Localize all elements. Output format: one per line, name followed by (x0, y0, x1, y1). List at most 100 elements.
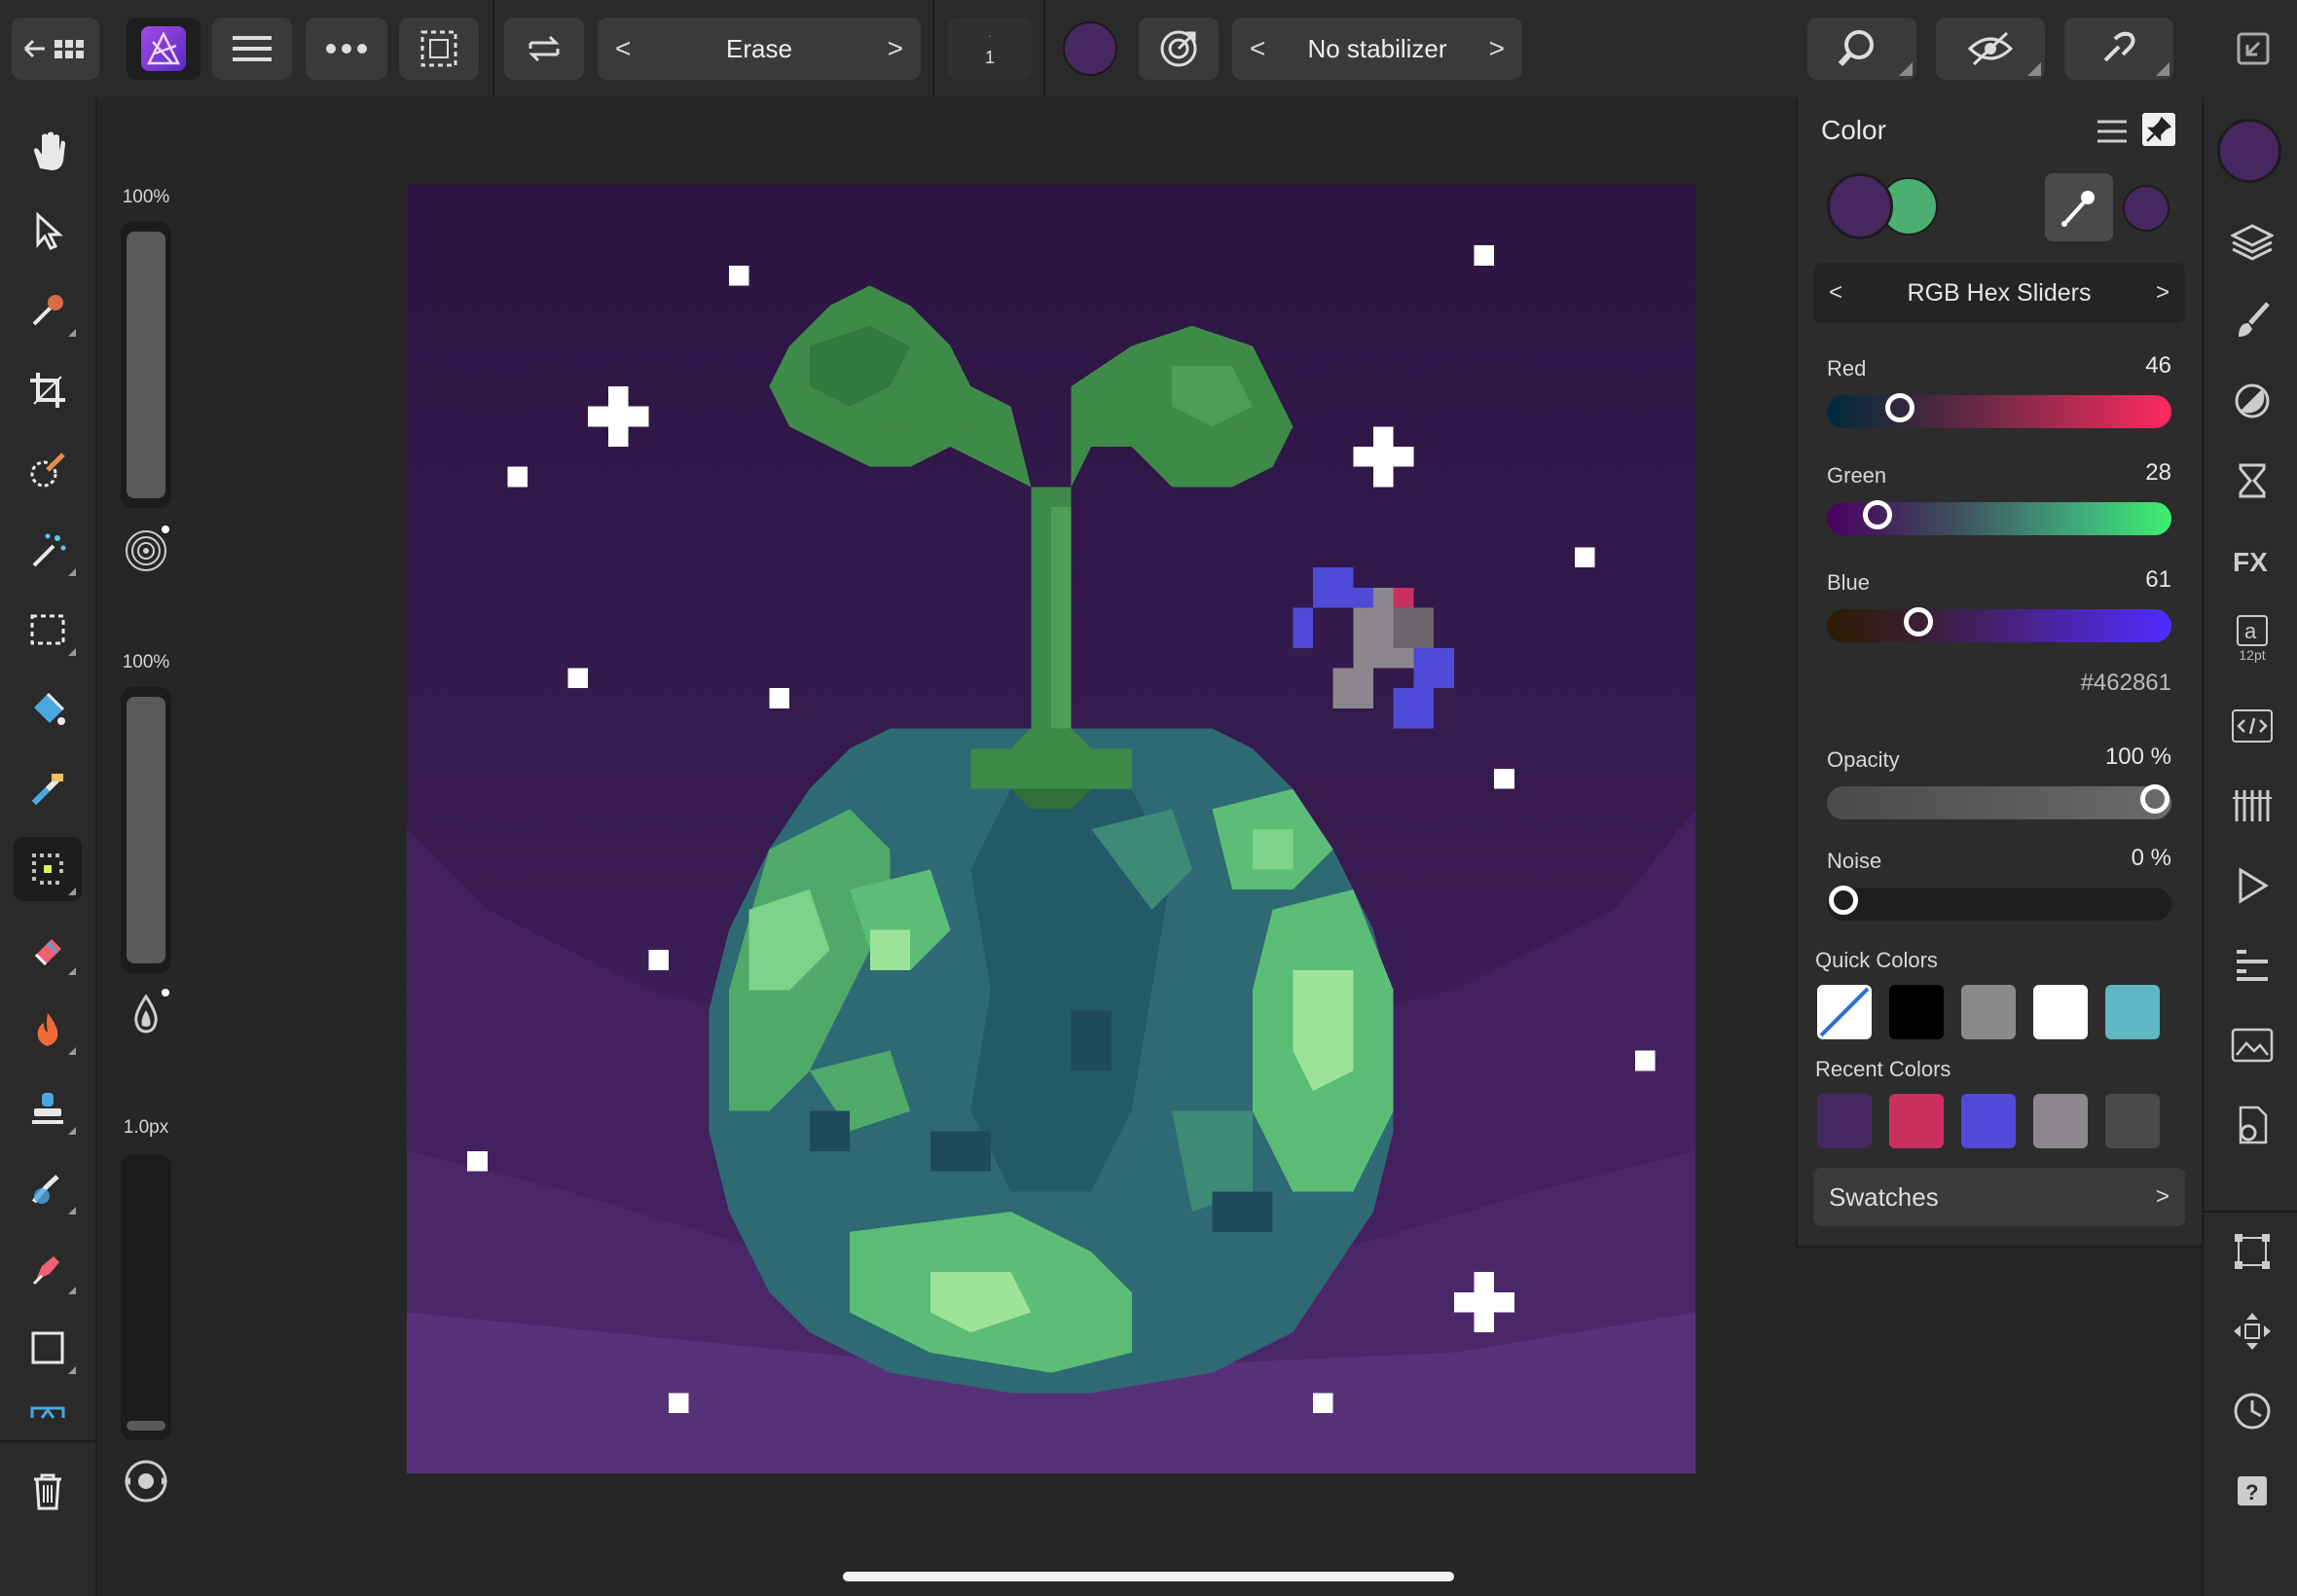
delete-button[interactable] (14, 1460, 82, 1524)
hardness-icon[interactable] (123, 526, 171, 579)
color-swatch[interactable] (2033, 1094, 2088, 1148)
panel-menu-button[interactable] (2096, 117, 2129, 151)
erase-tool[interactable] (14, 917, 82, 981)
shape-tool[interactable] (14, 1316, 82, 1380)
color-swatch[interactable] (1889, 1094, 1944, 1148)
swatches-button[interactable]: Swatches > (1813, 1168, 2185, 1226)
assistant-button[interactable] (2064, 18, 2173, 80)
help-button[interactable]: ? (2227, 1466, 2278, 1516)
app-persona-button[interactable] (127, 18, 201, 80)
document-settings-button[interactable] (2227, 1100, 2278, 1150)
brush-width-slider[interactable] (121, 1154, 171, 1440)
color-picker-tool[interactable] (14, 278, 82, 343)
gradient-tool[interactable] (14, 757, 82, 821)
opacity-slider-knob[interactable] (2140, 784, 2169, 814)
color-mode-selector[interactable]: < RGB Hex Sliders > (1813, 263, 2185, 323)
flood-select-tool[interactable] (14, 438, 82, 502)
color-swatch[interactable] (2105, 1094, 2160, 1148)
opacity-slider[interactable] (1827, 784, 2171, 819)
pixel-tool[interactable] (14, 837, 82, 901)
clone-tool[interactable] (14, 1076, 82, 1141)
move-tool[interactable] (14, 199, 82, 263)
green-slider[interactable] (1827, 500, 2171, 535)
pen-tool[interactable] (14, 1236, 82, 1300)
view-tool[interactable] (14, 119, 82, 183)
color-swatch[interactable] (1961, 985, 2016, 1039)
character-button[interactable]: a 12pt (2227, 613, 2278, 664)
brush-width-field[interactable]: . 1 (948, 18, 1032, 80)
brush-mode-selector[interactable]: < Erase > (598, 18, 921, 80)
chevron-right-icon[interactable]: > (888, 33, 903, 64)
selection-mode-button[interactable] (399, 18, 479, 80)
brush-options-icon[interactable] (123, 1458, 171, 1511)
picked-color-swatch[interactable] (2123, 185, 2169, 232)
noise-slider-knob[interactable] (1829, 886, 1858, 915)
smudge-tool[interactable] (14, 1156, 82, 1220)
source-button[interactable] (2227, 701, 2278, 751)
brush-opacity-slider[interactable] (121, 687, 171, 973)
red-value[interactable]: 46 (2090, 352, 2171, 380)
home-indicator[interactable] (843, 1572, 1454, 1581)
color-picker-button[interactable] (2045, 173, 2113, 241)
burn-tool[interactable] (14, 997, 82, 1061)
marquee-tool[interactable] (14, 598, 82, 662)
noise-value[interactable]: 0 % (2051, 845, 2171, 872)
blue-slider[interactable] (1827, 607, 2171, 642)
effects-button[interactable]: FX (2227, 535, 2278, 586)
red-slider-knob[interactable] (1884, 393, 1914, 422)
color-swatch[interactable] (2105, 985, 2160, 1039)
crop-tool[interactable] (14, 358, 82, 422)
collapse-panel-button[interactable] (2236, 31, 2271, 71)
color-studio-button[interactable] (2217, 119, 2281, 183)
chevron-left-icon[interactable]: < (615, 33, 631, 64)
green-value[interactable]: 28 (2090, 459, 2171, 487)
no-color-swatch[interactable] (1817, 985, 1872, 1039)
flow-droplet-icon[interactable] (123, 989, 171, 1042)
nudge-button[interactable] (2227, 1306, 2278, 1357)
back-to-gallery-button[interactable] (12, 18, 99, 80)
blue-slider-knob[interactable] (1903, 607, 1933, 636)
blue-value[interactable]: 61 (2090, 566, 2171, 594)
chevron-right-icon[interactable]: > (2156, 279, 2169, 307)
adjustments-button[interactable] (2227, 376, 2278, 426)
primary-color-well[interactable] (1827, 173, 1893, 239)
chevron-right-icon[interactable]: > (1489, 33, 1505, 64)
magic-wand-tool[interactable] (14, 518, 82, 582)
brushes-button[interactable] (2227, 296, 2278, 346)
stabilizer-selector[interactable]: < No stabilizer > (1232, 18, 1522, 80)
channels-button[interactable] (2227, 780, 2278, 831)
swap-button[interactable] (504, 18, 584, 80)
document-canvas[interactable] (407, 185, 1695, 1473)
brush-size-slider[interactable] (121, 222, 171, 508)
pin-panel-button[interactable] (2142, 113, 2175, 146)
color-swatch[interactable] (2033, 985, 2088, 1039)
transform-button[interactable] (2227, 1226, 2278, 1277)
pressure-button[interactable] (1139, 18, 1219, 80)
fill-tool[interactable] (14, 677, 82, 742)
color-swatch[interactable] (1817, 1094, 1872, 1148)
corner-indicator (68, 1207, 76, 1215)
hex-value[interactable]: #462861 (1992, 670, 2171, 697)
green-slider-knob[interactable] (1863, 500, 1893, 529)
zoom-tool-button[interactable] (1807, 18, 1916, 80)
more-options-button[interactable] (306, 18, 387, 80)
view-mode-button[interactable] (1936, 18, 2045, 80)
text-tool[interactable] (14, 1396, 82, 1425)
macro-button[interactable] (2227, 860, 2278, 911)
fx-icon: FX (2233, 547, 2268, 575)
color-swatch[interactable] (1961, 1094, 2016, 1148)
noise-slider[interactable] (1827, 886, 2171, 921)
snapshots-button[interactable] (2227, 1386, 2278, 1436)
chevron-left-icon[interactable]: < (1829, 279, 1842, 307)
color-swatch[interactable] (1889, 985, 1944, 1039)
navigator-button[interactable] (2227, 1020, 2278, 1070)
layers-button[interactable] (2227, 216, 2278, 267)
opacity-value[interactable]: 100 % (2051, 744, 2171, 771)
history-button[interactable] (2227, 455, 2278, 506)
main-menu-button[interactable] (212, 18, 292, 80)
stock-button[interactable] (2227, 940, 2278, 991)
chevron-left-icon[interactable]: < (1250, 33, 1265, 64)
hourglass-icon (2239, 463, 2266, 498)
red-slider[interactable] (1827, 393, 2171, 428)
current-color-well[interactable] (1063, 21, 1117, 76)
